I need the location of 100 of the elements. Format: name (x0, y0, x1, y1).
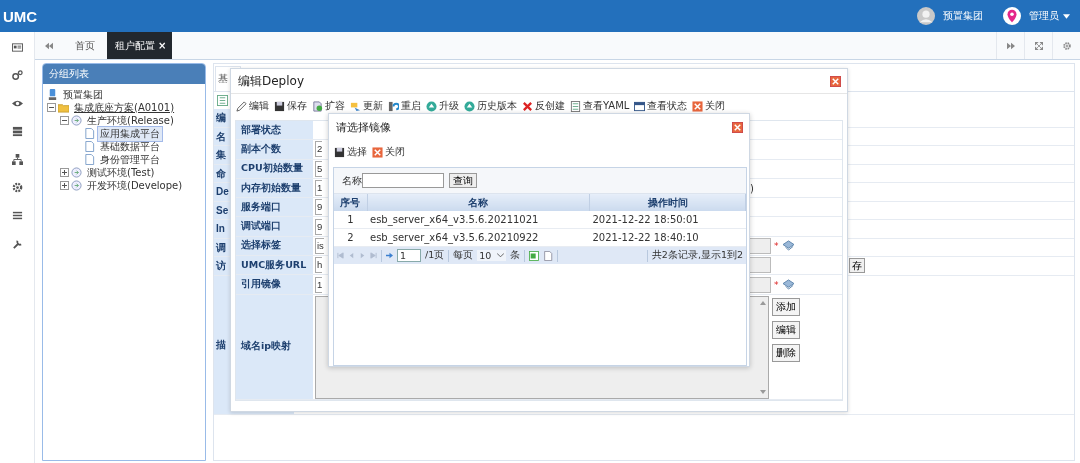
input-field[interactable]: 9 (315, 199, 323, 216)
document-icon[interactable] (543, 250, 554, 261)
gear-icon (1062, 41, 1071, 50)
app-logo: UMC (3, 7, 38, 25)
toolbar-button[interactable]: 关闭 (692, 99, 726, 113)
input-field[interactable]: 1 (315, 180, 323, 197)
search-label: 名称 (342, 173, 362, 188)
pencil-icon (236, 100, 247, 112)
table-cell: esb_server_x64_v3.5.6.20211021 (367, 211, 590, 229)
unit-label: 条 (510, 249, 521, 262)
table-cell: esb_server_x64_v3.5.6.20210922 (367, 228, 590, 247)
input-field[interactable]: 1 (315, 276, 323, 293)
circle-icon (71, 167, 82, 178)
double-right-arrow-icon (1006, 41, 1015, 50)
search-field[interactable] (362, 173, 444, 188)
id-card-icon[interactable] (11, 42, 23, 53)
double-left-arrow-icon (45, 41, 53, 50)
panel-title: 分组列表 (43, 64, 205, 84)
toolbar-button[interactable]: 历史版本 (464, 99, 517, 113)
toolbar-button[interactable]: 查看YAML (570, 99, 630, 113)
page-count: /1页 (425, 249, 445, 262)
field-label: 服务端口 (236, 198, 313, 217)
restart-icon (388, 100, 399, 112)
search-button[interactable]: 查询 (449, 173, 477, 188)
expander-icon[interactable] (60, 168, 69, 177)
expander-icon[interactable] (60, 181, 69, 190)
menu-icon[interactable] (11, 210, 23, 221)
field-label: 引用镜像 (236, 275, 313, 294)
toolbar-button[interactable]: 更新 (350, 99, 383, 113)
page-tab[interactable]: 租户配置 × (107, 32, 173, 59)
server-icon[interactable] (11, 126, 23, 137)
toolbar-button[interactable]: 升级 (426, 99, 459, 113)
sitemap-icon[interactable] (11, 154, 23, 165)
document-icon (84, 141, 95, 152)
mapping-button[interactable]: 添加 (772, 297, 800, 316)
field-label: 描 (215, 338, 226, 352)
input-field[interactable]: 5 (315, 160, 323, 177)
cross-icon (522, 100, 533, 112)
dialog-title: 编辑Deploy (238, 72, 305, 90)
expander-icon[interactable] (47, 103, 56, 112)
toolbar-button[interactable]: 选择 (334, 145, 367, 159)
column-header[interactable]: 序号 (334, 194, 367, 211)
required-mark: * (774, 240, 779, 251)
computer-icon (47, 89, 58, 100)
table-cell: 2021-12-22 18:40:10 (589, 228, 746, 247)
gear-icon[interactable] (11, 182, 23, 193)
gears-icon[interactable] (11, 70, 23, 81)
wrench-icon[interactable] (11, 238, 23, 249)
table-cell: 1 (334, 211, 367, 229)
input-field[interactable]: is (315, 237, 324, 254)
spreadsheet-icon[interactable] (529, 250, 540, 261)
toolbar-button[interactable]: 扩容 (312, 99, 345, 113)
page-size-select[interactable]: 10 (477, 250, 507, 261)
tree-item[interactable]: 应用集成平台 (97, 125, 163, 142)
field-label: 部署状态 (236, 121, 313, 140)
page-number-field[interactable]: 1 (397, 249, 421, 262)
window-icon (634, 100, 646, 112)
scroll-down-icon[interactable] (760, 389, 766, 394)
caret-icon[interactable] (497, 253, 505, 258)
picker-icon[interactable] (781, 279, 795, 290)
close-icon[interactable] (732, 121, 743, 133)
field-label: 域名ip映射 (236, 294, 313, 399)
document-icon (84, 128, 95, 139)
save-button[interactable]: 存 (849, 258, 865, 274)
caret-icon[interactable] (1063, 13, 1070, 19)
expander-icon[interactable] (60, 116, 69, 125)
field-label: 副本个数 (236, 140, 313, 159)
avatar-icon (917, 7, 935, 25)
field-label: UMC服务URL (236, 256, 313, 275)
organization-name[interactable]: 预置集团 (943, 9, 983, 23)
close-icon (372, 146, 383, 158)
mapping-button[interactable]: 删除 (772, 343, 800, 362)
table-cell: 2 (334, 228, 367, 247)
go-arrow-icon[interactable] (386, 252, 393, 259)
list-icon (217, 95, 228, 106)
input-field[interactable]: 9 (315, 218, 323, 235)
scroll-up-icon[interactable] (760, 300, 766, 305)
toolbar-button[interactable]: 反创建 (522, 99, 565, 113)
mapping-button[interactable]: 编辑 (772, 320, 800, 339)
user-menu[interactable]: 管理员 (1029, 9, 1059, 23)
eye-icon[interactable] (11, 98, 23, 109)
input-field[interactable]: 2 (315, 141, 323, 158)
column-header[interactable]: 名称 (367, 194, 590, 211)
document-icon (84, 154, 95, 165)
toolbar-button[interactable]: 查看状态 (634, 99, 688, 113)
input-field[interactable]: h (315, 257, 323, 274)
per-page-label: 每页 (453, 249, 474, 262)
field-label: 调试端口 (236, 217, 313, 236)
toolbar-button[interactable]: 关闭 (372, 145, 405, 159)
expand-icon (1034, 41, 1043, 50)
required-mark: * (774, 279, 779, 290)
record-summary: 共2条记录,显示1到2 (651, 249, 743, 262)
circle-icon (71, 115, 82, 126)
field-text: ) (750, 182, 754, 194)
table-cell: 2021-12-22 18:50:01 (589, 211, 746, 229)
picker-icon[interactable] (781, 240, 795, 252)
column-header[interactable]: 操作时间 (589, 194, 746, 211)
toolbar-button[interactable]: 重启 (388, 99, 421, 113)
folder-icon (58, 102, 69, 113)
close-icon[interactable] (830, 75, 841, 87)
